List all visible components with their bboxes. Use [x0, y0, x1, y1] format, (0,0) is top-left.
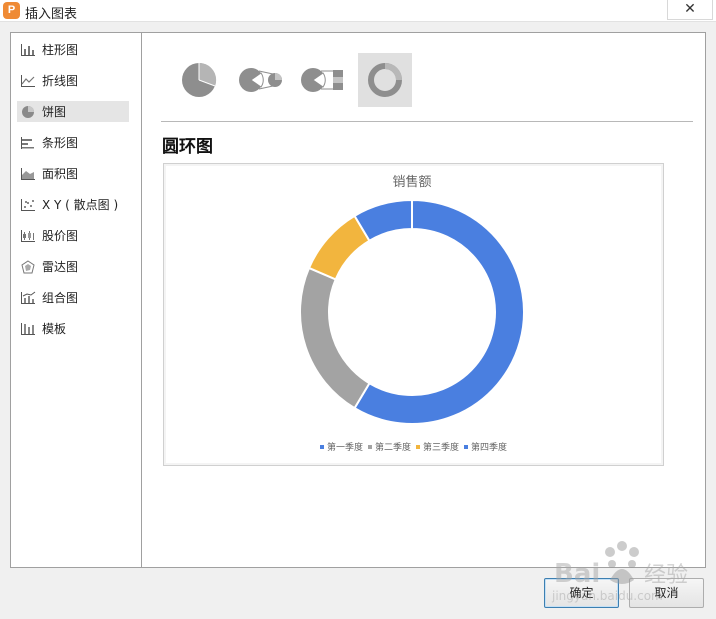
subtype-bar-of-pie[interactable]	[296, 53, 350, 107]
sidebar-item-label: 条形图	[42, 136, 79, 150]
template-icon	[20, 322, 36, 336]
line-chart-icon	[20, 74, 36, 88]
legend-label: 第二季度	[375, 441, 411, 453]
subtype-pie-of-pie[interactable]	[234, 53, 288, 107]
sidebar-item-combo[interactable]: 组合图	[17, 287, 129, 308]
ok-button[interactable]: 确定	[544, 578, 619, 608]
sidebar-item-line[interactable]: 折线图	[17, 70, 129, 91]
sidebar-item-label: 面积图	[42, 167, 79, 181]
sidebar-item-label: 模板	[42, 322, 67, 336]
close-button[interactable]: ✕	[667, 0, 713, 20]
content-panel: 柱形图 折线图 饼图 条形图 面积图 X Y (散点图) 股价图 雷达图 组…	[10, 32, 706, 568]
cancel-button[interactable]: 取消	[629, 578, 704, 608]
doughnut-subtype-icon	[368, 63, 402, 97]
legend-swatch	[416, 445, 420, 449]
window-title: 插入图表	[25, 7, 78, 22]
bar-chart-icon	[20, 136, 36, 150]
sidebar-item-label: 组合图	[42, 291, 79, 305]
app-logo-icon: P	[3, 2, 20, 19]
chart-type-sidebar: 柱形图 折线图 饼图 条形图 面积图 X Y (散点图) 股价图 雷达图 组…	[11, 33, 142, 567]
chart-subtype-heading: 圆环图	[162, 137, 213, 157]
stock-chart-icon	[20, 229, 36, 243]
sidebar-item-label: 柱形图	[42, 43, 79, 57]
subtype-pie[interactable]	[172, 53, 226, 107]
doughnut-chart: 销售额 第一季度 第二季度 第三季度 第四季度	[299, 174, 525, 453]
chart-title: 销售额	[392, 174, 431, 190]
sidebar-item-label: 折线图	[42, 74, 79, 88]
legend-label: 第四季度	[471, 441, 507, 453]
legend-swatch	[464, 445, 468, 449]
pie-of-pie-subtype-icon	[239, 68, 282, 92]
sidebar-item-template[interactable]: 模板	[17, 318, 129, 339]
sidebar-item-column[interactable]: 柱形图	[17, 39, 129, 60]
area-chart-icon	[20, 167, 36, 181]
sidebar-item-bar[interactable]: 条形图	[17, 132, 129, 153]
title-bar: P 插入图表 ✕	[0, 0, 716, 22]
scatter-chart-icon	[20, 198, 36, 212]
sidebar-item-area[interactable]: 面积图	[17, 163, 129, 184]
bar-of-pie-subtype-icon	[301, 68, 343, 92]
pie-subtype-icon	[182, 62, 217, 97]
sidebar-item-stock[interactable]: 股价图	[17, 225, 129, 246]
sidebar-item-label: 饼图	[42, 105, 67, 119]
chart-main-area: 圆环图 销售额 第一季度 第二季度 第三季度 第四季度	[142, 33, 705, 567]
legend-label: 第一季度	[327, 441, 363, 453]
legend-label: 第三季度	[423, 441, 459, 453]
sidebar-item-label: 雷达图	[42, 260, 79, 274]
subtype-gallery	[172, 53, 432, 109]
sidebar-item-radar[interactable]: 雷达图	[17, 256, 129, 277]
sidebar-item-scatter[interactable]: X Y ( 散点图 )	[17, 194, 129, 215]
legend-swatch	[320, 445, 324, 449]
subtype-doughnut[interactable]	[358, 53, 412, 107]
combo-chart-icon	[20, 291, 36, 305]
sidebar-item-label: X Y ( 散点图 )	[42, 198, 119, 212]
column-chart-icon	[20, 43, 36, 57]
legend-swatch	[368, 445, 372, 449]
section-divider	[161, 121, 693, 122]
sidebar-item-pie[interactable]: 饼图	[17, 101, 129, 122]
pie-chart-icon	[20, 105, 36, 119]
sidebar-item-label: 股价图	[42, 229, 79, 243]
radar-chart-icon	[20, 259, 36, 274]
chart-preview: 销售额 第一季度 第二季度 第三季度 第四季度	[163, 163, 664, 466]
doughnut-slice-2	[299, 266, 371, 410]
